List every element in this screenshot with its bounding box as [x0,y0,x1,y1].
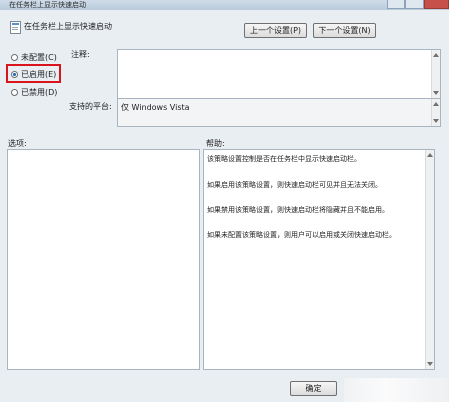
scroll-up-arrow-icon[interactable] [433,102,439,106]
options-label: 选项: [8,139,27,148]
close-button[interactable] [423,0,449,9]
radio-dot[interactable] [11,89,18,96]
help-paragraph: 如果未配置该策略设置，则用户可以启用或关闭快速启动栏。 [207,231,396,239]
comment-field[interactable] [117,49,441,99]
policy-icon [10,21,21,34]
scroll-down-arrow-icon[interactable] [427,362,433,366]
radio-dot[interactable] [11,54,18,61]
minimize-button[interactable] [387,0,406,9]
window-title: 在任务栏上显示快速启动 [9,1,86,9]
scroll-down-arrow-icon[interactable] [433,91,439,95]
previous-setting-button[interactable]: 上一个设置(P) [244,23,307,38]
scroll-up-arrow-icon[interactable] [433,53,439,57]
help-paragraph: 如果启用该策略设置，则快速启动栏可见并且无法关闭。 [207,181,382,189]
supported-platform-label: 支持的平台: [69,102,112,111]
next-setting-button[interactable]: 下一个设置(N) [313,23,376,38]
comment-scrollbar[interactable] [431,50,440,98]
radio-label: 已禁用(D) [21,88,58,97]
help-label: 帮助: [206,139,225,148]
radio-not-configured[interactable]: 未配置(C) [11,52,57,63]
supported-scrollbar[interactable] [431,99,440,126]
help-paragraph: 如果禁用该策略设置，则快速启动栏将隐藏并且不能启用。 [207,206,389,214]
radio-label: 未配置(C) [21,53,57,62]
help-panel: 该策略设置控制是否在任务栏中显示快速启动栏。 如果启用该策略设置，则快速启动栏可… [203,149,435,370]
help-scrollbar[interactable] [425,150,434,369]
supported-platform-value: 仅 Windows Vista [121,103,190,112]
obscured-area [344,378,448,402]
radio-disabled[interactable]: 已禁用(D) [11,87,57,98]
ok-button[interactable]: 确定 [290,381,337,396]
maximize-button[interactable] [405,0,424,9]
options-panel [7,149,200,370]
scroll-down-arrow-icon[interactable] [433,119,439,123]
supported-platform-field: 仅 Windows Vista [117,98,441,127]
comment-label: 注释: [71,50,90,59]
highlight-annotation-box [6,64,61,83]
title-bar: 在任务栏上显示快速启动 [0,0,449,10]
help-paragraph: 该策略设置控制是否在任务栏中显示快速启动栏。 [207,155,361,163]
scroll-up-arrow-icon[interactable] [427,153,433,157]
policy-title: 在任务栏上显示快速启动 [24,22,112,31]
window-controls [387,0,449,9]
